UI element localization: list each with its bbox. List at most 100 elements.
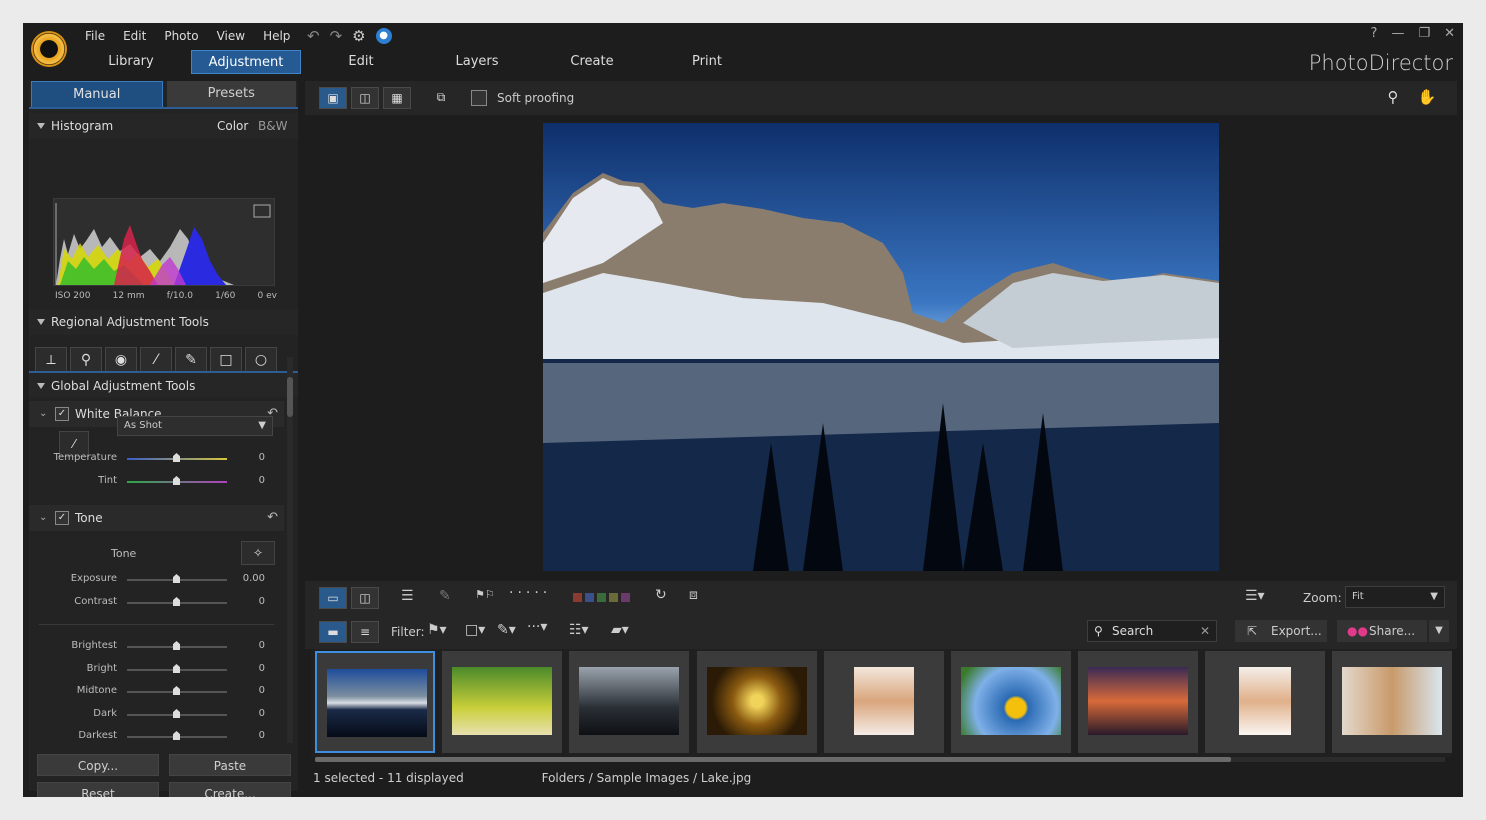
tab-edit[interactable]: Edit xyxy=(301,50,421,74)
color-labels[interactable] xyxy=(573,593,630,602)
histogram-bw-toggle[interactable]: B&W xyxy=(258,113,287,139)
edit-tag-icon[interactable]: ✎ xyxy=(439,588,451,604)
tone-slider-handle[interactable] xyxy=(173,686,180,695)
redo-icon[interactable]: ↷ xyxy=(330,27,343,45)
tone-slider-handle[interactable] xyxy=(173,597,180,606)
sort-icon[interactable]: ☰ xyxy=(401,588,414,604)
menu-help[interactable]: Help xyxy=(263,29,290,43)
histogram-header[interactable]: Histogram Color B&W xyxy=(29,113,298,139)
graduated-filter-icon[interactable]: □ xyxy=(210,347,242,373)
tone-header[interactable]: ⌄ ✓ Tone ↶ xyxy=(29,505,284,531)
tone-slider-handle[interactable] xyxy=(173,641,180,650)
color-label-blue[interactable] xyxy=(585,593,594,602)
filmstrip-scrollbar[interactable] xyxy=(315,757,1445,762)
global-tools-header[interactable]: Global Adjustment Tools xyxy=(29,371,298,397)
notification-icon[interactable]: ● xyxy=(375,28,392,44)
filmstrip-scroll-thumb[interactable] xyxy=(315,757,1231,762)
hand-tool-icon[interactable]: ✋ xyxy=(1413,87,1441,109)
thumbnail-lake[interactable] xyxy=(315,651,435,753)
crop-tool-icon[interactable]: ⟂ xyxy=(35,347,67,373)
radial-filter-icon[interactable]: ○ xyxy=(245,347,277,373)
copy-button[interactable]: Copy... xyxy=(37,754,159,776)
thumbnail-staircase[interactable] xyxy=(697,651,817,753)
color-label-yellow[interactable] xyxy=(609,593,618,602)
soft-proofing-checkbox[interactable] xyxy=(471,90,487,106)
zoom-select[interactable]: Fit ▼ xyxy=(1345,586,1445,608)
color-label-red[interactable] xyxy=(573,593,582,602)
spot-removal-icon[interactable]: ⚲ xyxy=(70,347,102,373)
close-icon[interactable]: ✕ xyxy=(1444,26,1455,41)
crop-view-icon[interactable]: ⧈ xyxy=(689,587,698,603)
color-label-green[interactable] xyxy=(597,593,606,602)
filmstrip-view-icon[interactable]: ▬ xyxy=(319,621,347,643)
menu-photo[interactable]: Photo xyxy=(164,29,198,43)
flag-icon[interactable]: ⚑⚐ xyxy=(475,588,495,601)
tab-adjustment[interactable]: Adjustment xyxy=(191,50,301,74)
thumbnail-bicycle[interactable] xyxy=(442,651,562,753)
brush-icon[interactable]: ⁄ xyxy=(140,347,172,373)
zoom-tool-icon[interactable]: ⚲ xyxy=(1379,87,1407,109)
rating-stars[interactable]: ····· xyxy=(509,585,551,601)
regional-tools-header[interactable]: Regional Adjustment Tools xyxy=(29,309,298,335)
histogram-color-toggle[interactable]: Color xyxy=(217,113,248,139)
share-dropdown-icon[interactable]: ▼ xyxy=(1429,620,1449,642)
compare-view-icon[interactable]: ◫ xyxy=(351,87,379,109)
dual-view-icon[interactable]: ◫ xyxy=(351,587,379,609)
temperature-slider-handle[interactable] xyxy=(173,453,180,462)
menu-file[interactable]: File xyxy=(85,29,105,43)
thumbnail-portrait-2[interactable] xyxy=(1205,651,1325,753)
create-preset-button[interactable]: Create... xyxy=(169,782,291,797)
export-button[interactable]: ⇱ Export... xyxy=(1235,620,1327,642)
tone-slider-handle[interactable] xyxy=(173,731,180,740)
clear-search-icon[interactable]: ✕ xyxy=(1200,621,1210,641)
reset-button[interactable]: Reset xyxy=(37,782,159,797)
reset-tone-icon[interactable]: ↶ xyxy=(267,505,278,531)
tab-create[interactable]: Create xyxy=(533,50,651,74)
gradient-brush-icon[interactable]: ✎ xyxy=(175,347,207,373)
sort-order-icon[interactable]: ☷▾ xyxy=(569,622,589,638)
tint-slider-handle[interactable] xyxy=(173,476,180,485)
search-input[interactable]: ⚲ Search ✕ xyxy=(1087,620,1217,642)
tab-layers[interactable]: Layers xyxy=(421,50,533,74)
loupe-view-icon[interactable]: ▣ xyxy=(319,87,347,109)
thumbnail-portrait-1[interactable] xyxy=(824,651,944,753)
tab-library[interactable]: Library xyxy=(71,50,191,74)
color-label-purple[interactable] xyxy=(621,593,630,602)
tone-slider-handle[interactable] xyxy=(173,709,180,718)
grid-view-icon[interactable]: ▦ xyxy=(383,87,411,109)
red-eye-icon[interactable]: ◉ xyxy=(105,347,137,373)
rotate-icon[interactable]: ↻ xyxy=(655,587,667,603)
share-button[interactable]: ●● Share... xyxy=(1337,620,1427,642)
filter-color-icon[interactable]: □▾ xyxy=(465,622,485,638)
tab-print[interactable]: Print xyxy=(651,50,763,74)
thumbnail-portrait-3[interactable] xyxy=(1332,651,1452,753)
minimize-icon[interactable]: — xyxy=(1391,26,1404,41)
thumbnail-dark-lake[interactable] xyxy=(569,651,689,753)
paste-button[interactable]: Paste xyxy=(169,754,291,776)
panel-options-icon[interactable]: ☰▾ xyxy=(1245,588,1265,604)
second-display-icon[interactable]: ⧉ xyxy=(427,87,455,109)
menu-view[interactable]: View xyxy=(217,29,245,43)
filter-flag-icon[interactable]: ⚑▾ xyxy=(427,622,447,638)
auto-tone-icon[interactable]: ✧ xyxy=(241,541,275,565)
tab-manual[interactable]: Manual xyxy=(31,81,163,107)
menu-edit[interactable]: Edit xyxy=(123,29,146,43)
panel-scrollbar[interactable] xyxy=(287,357,293,743)
main-photo[interactable] xyxy=(543,123,1219,571)
tone-checkbox[interactable]: ✓ xyxy=(55,511,69,525)
single-view-icon[interactable]: ▭ xyxy=(319,587,347,609)
tone-slider-handle[interactable] xyxy=(173,574,180,583)
thumbnail-sunflower[interactable] xyxy=(951,651,1071,753)
list-view-icon[interactable]: ≡ xyxy=(351,621,379,643)
stack-icon[interactable]: ▰▾ xyxy=(611,622,629,638)
tone-slider-handle[interactable] xyxy=(173,664,180,673)
thumbnail-sunset[interactable] xyxy=(1078,651,1198,753)
wb-preset-select[interactable]: As Shot ▼ xyxy=(117,416,273,436)
restore-icon[interactable]: ❐ xyxy=(1418,26,1430,41)
filter-edit-icon[interactable]: ✎▾ xyxy=(497,622,516,638)
settings-gear-icon[interactable]: ⚙ xyxy=(352,27,365,45)
undo-icon[interactable]: ↶ xyxy=(307,27,320,45)
filter-rating-icon[interactable]: ···▾ xyxy=(527,619,547,635)
help-icon[interactable]: ? xyxy=(1371,26,1378,41)
tab-presets[interactable]: Presets xyxy=(166,81,296,107)
